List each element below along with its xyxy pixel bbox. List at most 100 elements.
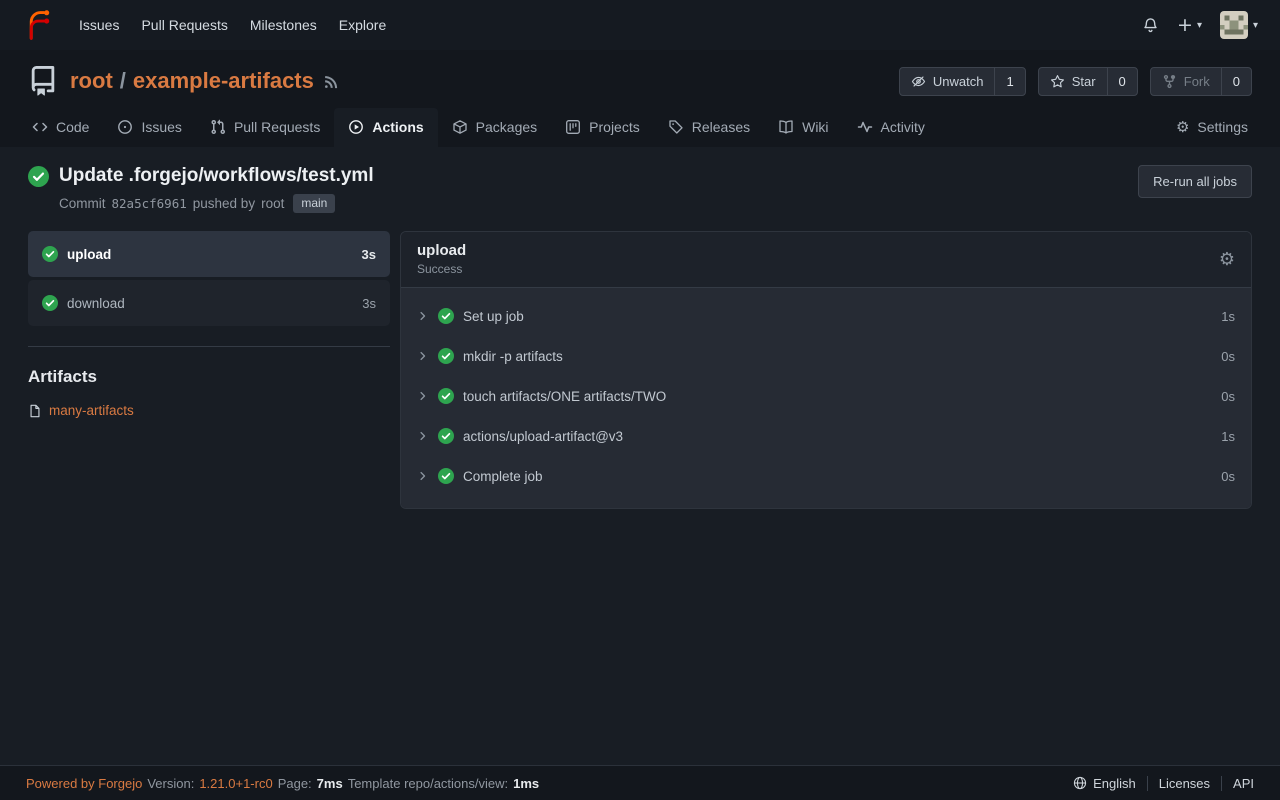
- star-label: Star: [1072, 74, 1096, 89]
- repo-icon: [28, 66, 58, 96]
- run-title-row: Update .forgejo/workflows/test.yml: [28, 165, 374, 187]
- step-row-upload-artifact[interactable]: actions/upload-artifact@v3 1s: [401, 416, 1251, 456]
- tab-settings-label: Settings: [1197, 119, 1248, 135]
- rss-icon[interactable]: [324, 74, 339, 89]
- step-duration: 0s: [1221, 389, 1235, 404]
- job-detail-header-text: upload Success: [417, 242, 466, 276]
- step-row-touch-artifacts[interactable]: touch artifacts/ONE artifacts/TWO 0s: [401, 376, 1251, 416]
- job-name: upload: [67, 247, 111, 262]
- tab-packages[interactable]: Packages: [438, 108, 551, 147]
- repo-name-link[interactable]: example-artifacts: [133, 68, 314, 94]
- tab-activity-label: Activity: [881, 119, 925, 135]
- watchers-count[interactable]: 1: [994, 68, 1024, 95]
- step-row-mkdir[interactable]: mkdir -p artifacts 0s: [401, 336, 1251, 376]
- tab-pull-requests[interactable]: Pull Requests: [196, 108, 334, 147]
- tab-actions[interactable]: Actions: [334, 108, 437, 147]
- nav-item-pull-requests[interactable]: Pull Requests: [130, 9, 238, 41]
- unwatch-label: Unwatch: [933, 74, 984, 89]
- artifact-link[interactable]: many-artifacts: [49, 403, 134, 418]
- powered-by-link[interactable]: Powered by Forgejo: [26, 776, 142, 791]
- notifications-bell-icon[interactable]: [1142, 17, 1159, 34]
- step-success-check-icon: [438, 428, 454, 444]
- gear-icon: ⚙: [1176, 120, 1189, 135]
- tab-code[interactable]: Code: [18, 108, 103, 147]
- pusher-link[interactable]: root: [261, 196, 284, 211]
- commit-line: Commit 82a5cf6961 pushed by root main: [59, 194, 374, 213]
- nav-item-issues[interactable]: Issues: [68, 9, 130, 41]
- version-label: Version:: [147, 776, 194, 791]
- user-menu[interactable]: ▾: [1220, 11, 1258, 39]
- tab-releases-label: Releases: [692, 119, 750, 135]
- tab-projects-label: Projects: [589, 119, 640, 135]
- tab-issues[interactable]: Issues: [103, 108, 195, 147]
- chevron-right-icon: [417, 430, 429, 442]
- job-row-upload[interactable]: upload 3s: [28, 231, 390, 277]
- plus-icon: +: [1177, 16, 1193, 35]
- commit-sha-link[interactable]: 82a5cf6961: [112, 196, 187, 211]
- create-new-menu[interactable]: + ▾: [1177, 16, 1202, 35]
- eye-off-icon: [911, 74, 926, 89]
- code-icon: [32, 119, 48, 135]
- package-icon: [452, 119, 468, 135]
- page: Issues Pull Requests Milestones Explore …: [0, 0, 1280, 800]
- steps-list: Set up job 1s mkdir -p artifacts 0s: [401, 288, 1251, 508]
- job-detail-panel: upload Success ⚙ Set up job 1s: [400, 231, 1252, 509]
- job-row-download[interactable]: download 3s: [28, 280, 390, 326]
- tab-wiki[interactable]: Wiki: [764, 108, 842, 147]
- stars-count[interactable]: 0: [1107, 68, 1137, 95]
- unwatch-button[interactable]: Unwatch 1: [899, 67, 1026, 96]
- repo-owner-link[interactable]: root: [70, 68, 113, 94]
- template-time: 1ms: [513, 776, 539, 791]
- fork-label: Fork: [1184, 74, 1210, 89]
- repo-separator: /: [120, 68, 126, 94]
- step-row-complete-job[interactable]: Complete job 0s: [401, 456, 1251, 496]
- api-link[interactable]: API: [1221, 776, 1254, 791]
- page-time: 7ms: [317, 776, 343, 791]
- step-row-set-up-job[interactable]: Set up job 1s: [401, 296, 1251, 336]
- nav-item-milestones[interactable]: Milestones: [239, 9, 328, 41]
- footer-left: Powered by Forgejo Version: 1.21.0+1-rc0…: [26, 776, 539, 791]
- tab-packages-label: Packages: [476, 119, 537, 135]
- nav-item-explore[interactable]: Explore: [328, 9, 397, 41]
- forgejo-logo[interactable]: [22, 10, 52, 40]
- licenses-link[interactable]: Licenses: [1147, 776, 1221, 791]
- project-board-icon: [565, 119, 581, 135]
- template-label: Template repo/actions/view:: [348, 776, 508, 791]
- language-selector[interactable]: English: [1062, 776, 1147, 791]
- run-header-left: Update .forgejo/workflows/test.yml Commi…: [28, 165, 374, 213]
- chevron-right-icon: [417, 310, 429, 322]
- step-name: touch artifacts/ONE artifacts/TWO: [463, 389, 666, 404]
- step-success-check-icon: [438, 308, 454, 324]
- footer-right: English Licenses API: [1062, 776, 1254, 791]
- step-duration: 1s: [1221, 429, 1235, 444]
- pushed-by-label: pushed by: [193, 196, 255, 211]
- chevron-down-icon: ▾: [1253, 20, 1258, 31]
- sidebar-divider: [28, 346, 390, 347]
- tab-projects[interactable]: Projects: [551, 108, 654, 147]
- tab-activity[interactable]: Activity: [843, 108, 939, 147]
- globe-icon: [1073, 776, 1087, 790]
- pull-request-icon: [210, 119, 226, 135]
- play-circle-icon: [348, 119, 364, 135]
- tab-releases[interactable]: Releases: [654, 108, 764, 147]
- version-link[interactable]: 1.21.0+1-rc0: [199, 776, 272, 791]
- tab-settings[interactable]: ⚙ Settings: [1162, 108, 1262, 147]
- fork-button[interactable]: Fork 0: [1150, 67, 1252, 96]
- rerun-all-jobs-button[interactable]: Re-run all jobs: [1138, 165, 1252, 198]
- tab-pull-requests-label: Pull Requests: [234, 119, 320, 135]
- repo-header: root / example-artifacts: [0, 50, 1280, 147]
- star-button[interactable]: Star 0: [1038, 67, 1138, 96]
- language-label: English: [1093, 776, 1136, 791]
- repo-tabs: Code Issues Pull Requests Actions: [0, 108, 1280, 147]
- book-icon: [778, 119, 794, 135]
- pulse-icon: [857, 119, 873, 135]
- job-options-gear-icon[interactable]: ⚙: [1219, 249, 1235, 270]
- jobs-sidebar: upload 3s download 3s Artifacts: [28, 231, 390, 418]
- forks-count[interactable]: 0: [1221, 68, 1251, 95]
- branch-badge[interactable]: main: [293, 194, 335, 213]
- step-duration: 0s: [1221, 469, 1235, 484]
- step-name: mkdir -p artifacts: [463, 349, 563, 364]
- run-success-check-icon: [28, 166, 49, 187]
- avatar: [1220, 11, 1248, 39]
- run-body: upload 3s download 3s Artifacts: [28, 231, 1252, 509]
